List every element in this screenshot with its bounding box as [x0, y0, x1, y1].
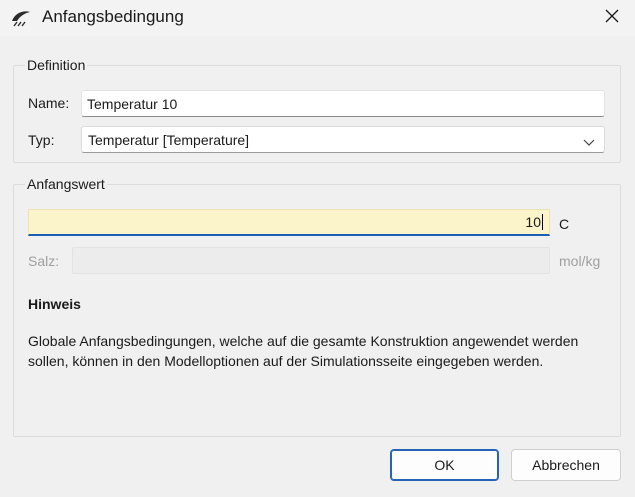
chevron-down-icon	[583, 134, 595, 150]
initial-value-text: 10	[525, 214, 541, 230]
hint-title: Hinweis	[28, 296, 81, 312]
definition-group-title: Definition	[25, 57, 88, 73]
name-label: Name:	[28, 95, 70, 111]
ok-button[interactable]: OK	[390, 449, 499, 481]
type-select-value: Temperatur [Temperature]	[88, 131, 250, 148]
salt-unit: mol/kg	[559, 253, 601, 269]
close-button[interactable]	[589, 0, 635, 34]
salt-input	[72, 247, 550, 274]
name-input[interactable]: Temperatur 10	[81, 90, 605, 117]
initial-value-input[interactable]: 10	[28, 209, 550, 236]
app-logo-icon	[11, 9, 31, 27]
close-icon	[604, 8, 620, 27]
salt-label: Salz:	[28, 253, 60, 269]
type-label: Typ:	[28, 132, 55, 148]
cancel-button[interactable]: Abbrechen	[511, 449, 621, 481]
initial-value-unit: C	[559, 216, 570, 232]
type-select[interactable]: Temperatur [Temperature]	[81, 126, 605, 153]
text-caret	[542, 214, 543, 230]
window-title: Anfangsbedingung	[42, 7, 184, 26]
hint-text: Globale Anfangsbedingungen, welche auf d…	[28, 333, 579, 369]
title-bar: Anfangsbedingung	[0, 0, 635, 36]
initial-value-group-title: Anfangswert	[25, 176, 107, 192]
